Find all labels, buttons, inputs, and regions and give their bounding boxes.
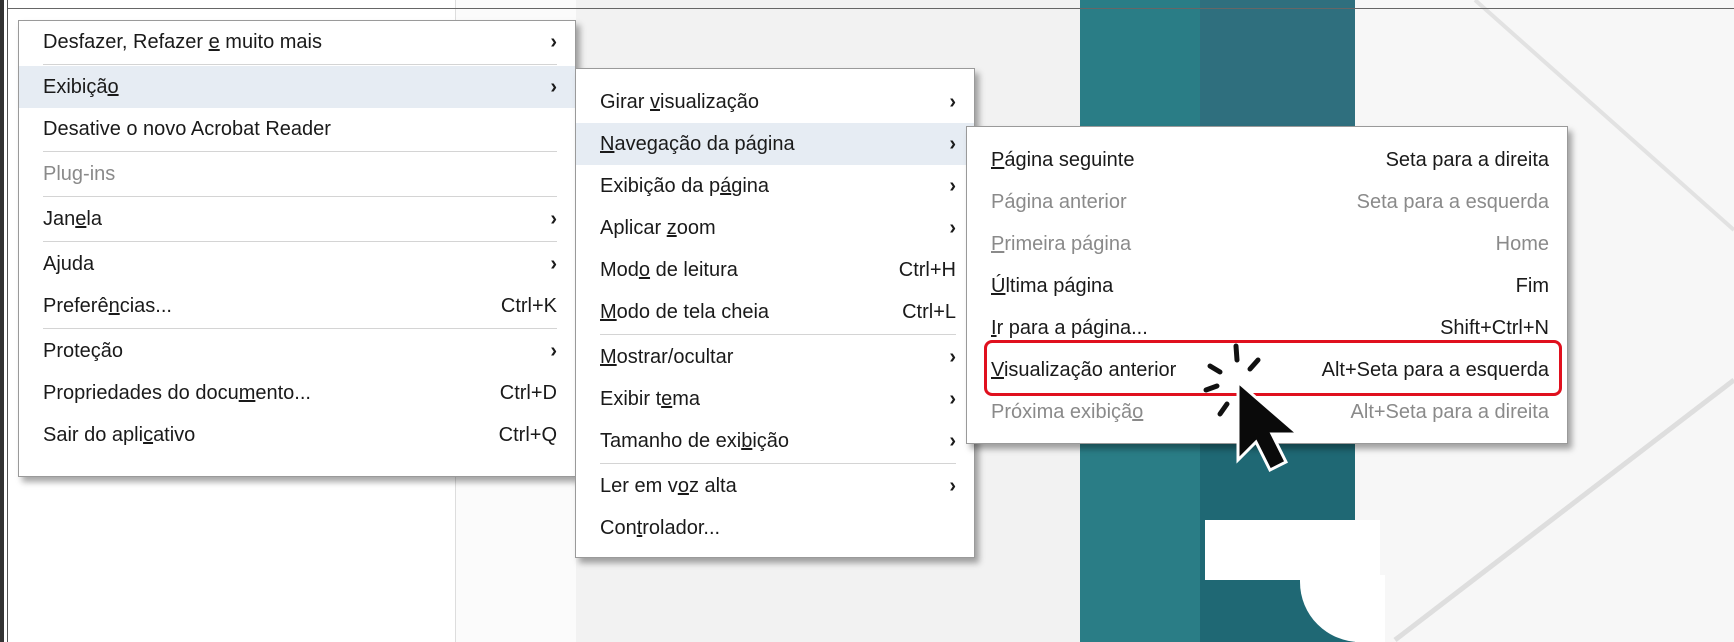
chevron-right-icon: › — [949, 346, 956, 368]
menu-item-label: Modo de tela cheia — [600, 301, 770, 323]
menu-item-exibir-tema[interactable]: Exibir tema › — [576, 378, 974, 420]
menu-item-label: Janela — [43, 208, 102, 230]
menu-item-girar-visualizacao[interactable]: Girar visualização › — [576, 81, 974, 123]
pointer-cursor-icon — [1203, 343, 1303, 472]
chevron-right-icon: › — [550, 208, 557, 230]
menu-item-label: Modo de leitura — [600, 259, 738, 281]
menu-item-exibicao[interactable]: Exibição › — [19, 66, 575, 108]
menu-item-pagina-seguinte[interactable]: Página seguinte Seta para a direita — [967, 139, 1567, 181]
menu-item-label: Controlador... — [600, 517, 721, 539]
menu-item-label: Plug-ins — [43, 163, 116, 185]
chevron-right-icon: › — [949, 133, 956, 155]
menu-separator — [43, 151, 557, 152]
menu-item-protecao[interactable]: Proteção › — [19, 330, 575, 372]
menu-item-label: Tamanho de exibição — [600, 430, 790, 452]
chevron-right-icon: › — [949, 430, 956, 452]
menu-item-label: Página seguinte — [991, 149, 1135, 171]
menu-item-ler-voz-alta[interactable]: Ler em voz alta › — [576, 465, 974, 507]
chevron-right-icon: › — [949, 388, 956, 410]
menu-item-shortcut: Seta para a esquerda — [1356, 191, 1549, 213]
menu-item-navegacao-pagina[interactable]: Navegação da página › — [576, 123, 974, 165]
menu-item-exibicao-pagina[interactable]: Exibição da página › — [576, 165, 974, 207]
menu-item-shortcut: Seta para a direita — [1385, 149, 1549, 171]
menu-item-sair[interactable]: Sair do aplicativo Ctrl+Q — [19, 414, 575, 456]
menu-item-label: Proteção — [43, 340, 124, 362]
menu-item-tamanho-exibicao[interactable]: Tamanho de exibição › — [576, 420, 974, 462]
chevron-right-icon: › — [550, 76, 557, 98]
menu-item-label: Girar visualização — [600, 91, 759, 113]
menu-item-label: Desfazer, Refazer e muito mais — [43, 31, 322, 53]
chevron-right-icon: › — [550, 253, 557, 275]
menu-item-plugins: Plug-ins — [19, 153, 575, 195]
menu-item-label: Ler em voz alta — [600, 475, 737, 497]
menu-item-label: Propriedades do documento... — [43, 382, 311, 404]
menu-item-pagina-anterior: Página anterior Seta para a esquerda — [967, 181, 1567, 223]
menu-item-primeira-pagina: Primeira página Home — [967, 223, 1567, 265]
cover-logo-shape — [1205, 520, 1380, 580]
menu-item-controlador[interactable]: Controlador... — [576, 507, 974, 549]
menu-item-label: Página anterior — [991, 191, 1127, 213]
menu-item-preferencias[interactable]: Preferências... Ctrl+K — [19, 285, 575, 327]
menu-item-shortcut: Ctrl+H — [898, 259, 956, 281]
background-left-frame — [0, 0, 4, 642]
menu-separator — [43, 64, 557, 65]
menu-item-label: Última página — [991, 275, 1114, 297]
menu-item-label: Ajuda — [43, 253, 95, 275]
menu-item-undo-redo[interactable]: Desfazer, Refazer e muito mais › — [19, 21, 575, 63]
menu-item-aplicar-zoom[interactable]: Aplicar zoom › — [576, 207, 974, 249]
exibicao-submenu: Girar visualização › Navegação da página… — [575, 68, 975, 558]
menu-item-shortcut: Ctrl+Q — [498, 424, 557, 446]
menu-item-propriedades[interactable]: Propriedades do documento... Ctrl+D — [19, 372, 575, 414]
menu-item-ultima-pagina[interactable]: Última página Fim — [967, 265, 1567, 307]
menu-item-label: Sair do aplicativo — [43, 424, 196, 446]
menu-separator — [43, 241, 557, 242]
background-cover-top — [1200, 0, 1355, 140]
menu-item-mostrar-ocultar[interactable]: Mostrar/ocultar › — [576, 336, 974, 378]
menu-item-label: Exibição — [43, 76, 119, 98]
chevron-right-icon: › — [949, 91, 956, 113]
menu-item-janela[interactable]: Janela › — [19, 198, 575, 240]
menu-item-label: Primeira página — [991, 233, 1132, 255]
menu-separator — [600, 463, 956, 464]
chevron-right-icon: › — [949, 217, 956, 239]
chevron-right-icon: › — [949, 475, 956, 497]
chevron-right-icon: › — [550, 340, 557, 362]
chevron-right-icon: › — [949, 175, 956, 197]
menu-item-modo-tela-cheia[interactable]: Modo de tela cheia Ctrl+L — [576, 291, 974, 333]
menu-item-shortcut: Ctrl+K — [500, 295, 557, 317]
menu-item-label: Ir para a página... — [991, 317, 1148, 339]
menu-item-label: Exibir tema — [600, 388, 701, 410]
menu-item-modo-leitura[interactable]: Modo de leitura Ctrl+H — [576, 249, 974, 291]
main-menu: Desfazer, Refazer e muito mais › Exibiçã… — [18, 20, 576, 477]
menu-item-shortcut: Home — [1495, 233, 1549, 255]
chevron-right-icon: › — [550, 31, 557, 53]
top-border — [8, 8, 1734, 9]
menu-item-disable-new-reader[interactable]: Desative o novo Acrobat Reader — [19, 108, 575, 150]
menu-item-label: Preferências... — [43, 295, 172, 317]
menu-item-shortcut: Ctrl+L — [902, 301, 956, 323]
background-frame-line — [7, 0, 8, 642]
menu-item-label: Exibição da página — [600, 175, 770, 197]
menu-item-ajuda[interactable]: Ajuda › — [19, 243, 575, 285]
menu-item-shortcut: Alt+Seta para a direita — [1350, 401, 1549, 423]
menu-item-label: Navegação da página — [600, 133, 795, 155]
menu-item-shortcut: Fim — [1515, 275, 1549, 297]
menu-item-label: Aplicar zoom — [600, 217, 716, 239]
menu-separator — [43, 328, 557, 329]
menu-item-shortcut: Ctrl+D — [499, 382, 557, 404]
menu-item-label: Próxima exibição — [991, 401, 1144, 423]
menu-item-label: Desative o novo Acrobat Reader — [43, 118, 331, 140]
menu-item-label: Mostrar/ocultar — [600, 346, 734, 368]
menu-separator — [43, 196, 557, 197]
menu-separator — [600, 334, 956, 335]
